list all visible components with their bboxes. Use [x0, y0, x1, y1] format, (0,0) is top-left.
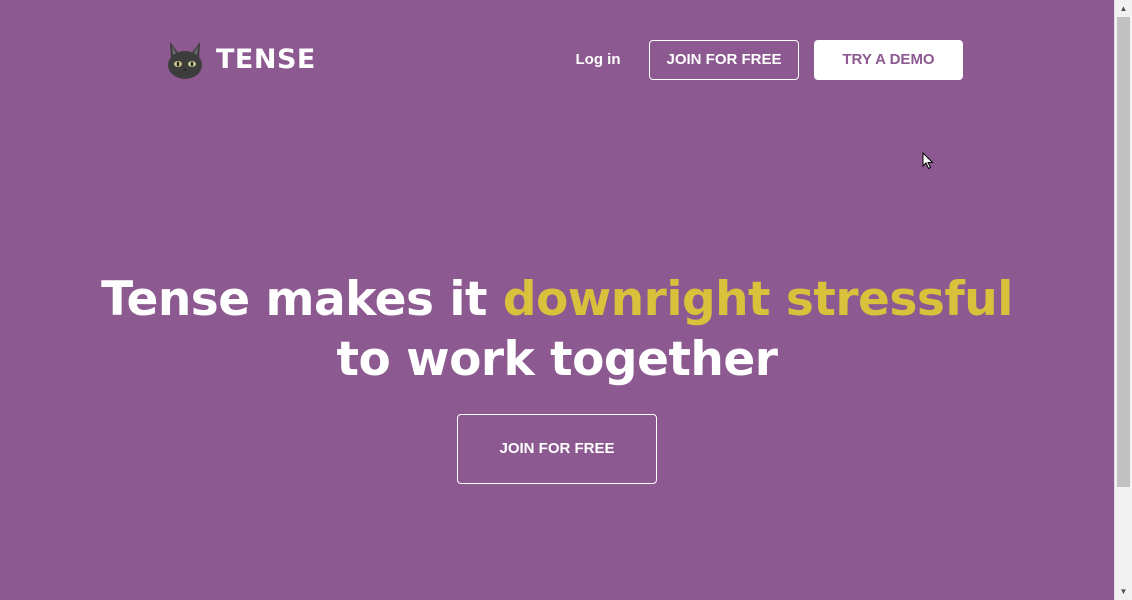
landing-page: TENSE Log in JOIN FOR FREE TRY A DEMO Te… — [0, 0, 1114, 600]
hero-headline-part2: to work together — [336, 332, 778, 387]
cat-icon — [168, 42, 202, 79]
join-for-free-button[interactable]: JOIN FOR FREE — [649, 40, 799, 80]
hero-join-button[interactable]: JOIN FOR FREE — [457, 414, 657, 484]
hero-headline-part1: Tense makes it — [101, 272, 503, 327]
hero-headline-accent: downright stressful — [502, 272, 1014, 327]
mouse-pointer-icon — [922, 152, 934, 170]
brand-name: TENSE — [216, 43, 316, 75]
try-a-demo-button[interactable]: TRY A DEMO — [814, 40, 963, 80]
hero-headline: Tense makes it downright stressful to wo… — [0, 270, 1114, 390]
brand-logo[interactable]: TENSE — [166, 38, 316, 80]
scroll-down-arrow-icon[interactable]: ▼ — [1115, 583, 1132, 600]
login-link[interactable]: Log in — [560, 40, 636, 80]
vertical-scrollbar[interactable]: ▲ ▼ — [1114, 0, 1132, 600]
scroll-up-arrow-icon[interactable]: ▲ — [1115, 0, 1132, 17]
scrollbar-thumb[interactable] — [1117, 17, 1130, 487]
